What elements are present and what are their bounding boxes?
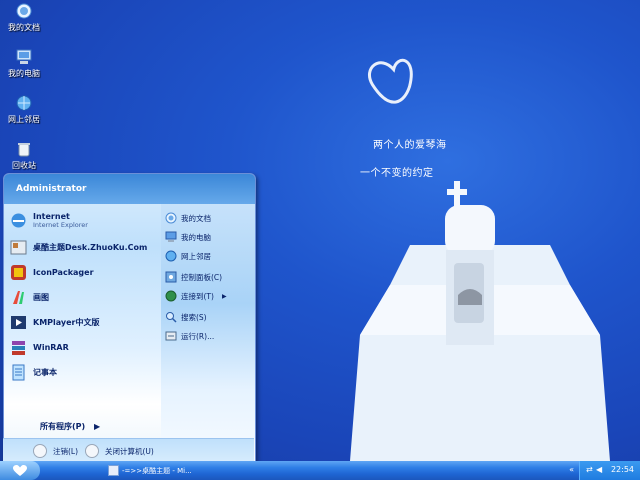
all-programs-label: 所有程序(P) [40,422,86,431]
network-tray-icon[interactable]: ⇄ [586,465,593,474]
program-label: Internet [33,211,70,221]
logoff-label: 注销(L) [53,446,79,456]
shutdown-button[interactable]: 关闭计算机(U) [85,444,154,458]
control-panel-icon [165,271,177,283]
search-icon [166,312,177,323]
places-item-run[interactable]: 运行(R)... [165,329,214,343]
program-label: WinRAR [33,342,69,352]
recycle-bin-icon [18,143,30,157]
program-item-winrar[interactable]: WinRAR [10,337,69,357]
connect-to-icon [165,290,177,302]
program-label: IconPackager [33,267,94,277]
places-item-my-computer[interactable]: 我的电脑 [165,230,211,244]
shutdown-label: 关闭计算机(U) [105,446,154,456]
taskbar-window-button[interactable]: -=>>桌酷主题 - Mi... [108,463,192,478]
program-item-notepad[interactable]: 记事本 [10,362,57,382]
desktop-icon-recycle-bin[interactable]: 回收站 [2,140,46,171]
volume-tray-icon[interactable]: ◀ [596,465,602,474]
program-label: 记事本 [33,367,57,377]
taskbar-window-label: -=>>桌酷主题 - Mi... [122,466,192,475]
taskbar: -=>>桌酷主题 - Mi... ⇄ ◀ 22:54 « [0,461,640,480]
desktop-icon-label: 回收站 [12,161,36,170]
desktop-icon-network-places[interactable]: 网上邻居 [2,94,46,125]
places-item-connect-to[interactable]: 连接到(T) ▶ [165,289,227,303]
arrow-right-icon: ▶ [221,292,227,300]
desktop-icon-label: 我的电脑 [8,69,40,78]
zhuoku-theme-icon [10,240,27,254]
system-tray: ⇄ ◀ 22:54 [579,461,640,480]
network-places-icon [165,250,177,262]
kmplayer-icon [11,315,26,329]
run-icon [165,331,177,341]
places-item-my-documents[interactable]: 我的文档 [165,211,211,225]
winrar-icon [12,340,25,355]
places-label: 搜索(S) [181,312,207,322]
cloud-heart-image [368,59,413,104]
program-item-kmplayer[interactable]: KMPlayer中文版 [10,312,100,332]
wallpaper-text-line1: 两个人的爱琴海 [373,140,447,151]
my-documents-icon [165,212,177,224]
places-label: 我的文档 [181,213,211,223]
places-label: 运行(R)... [181,331,215,341]
expand-tray-icon[interactable]: « [569,465,574,474]
places-item-search[interactable]: 搜索(S) [165,310,207,324]
program-item-internet-explorer[interactable]: Internet Internet Explorer [10,210,88,230]
internet-explorer-icon [11,213,26,227]
program-item-paint[interactable]: 画图 [10,287,49,307]
my-computer-icon [165,231,177,242]
desktop-icon-my-documents[interactable]: 我的文档 [2,2,46,33]
program-item-zhuoku-theme[interactable]: 桌酷主题Desk.ZhuoKu.Com [10,237,147,257]
desktop-icon-my-computer[interactable]: 我的电脑 [2,48,46,79]
paint-icon [13,290,24,304]
places-label: 网上邻居 [181,251,211,261]
logoff-icon [33,444,47,458]
heart-icon [13,464,27,476]
program-label: KMPlayer中文版 [33,317,100,327]
network-places-icon [16,95,32,111]
window-icon [108,465,119,476]
places-label: 控制面板(C) [181,272,223,282]
my-documents-icon [16,3,32,19]
church-bell-tower-image [350,181,610,461]
start-menu-username: Administrator [4,174,161,204]
program-label: 画图 [33,292,49,302]
places-label: 连接到(T) [181,291,214,301]
my-computer-icon [16,49,32,64]
program-item-iconpackager[interactable]: IconPackager [10,262,94,282]
all-programs-button[interactable]: 所有程序(P) ▶ [40,421,100,432]
arrow-right-icon: ▶ [93,422,101,431]
start-button[interactable] [0,461,40,480]
program-label: 桌酷主题Desk.ZhuoKu.Com [33,242,148,252]
logoff-button[interactable]: 注销(L) [33,444,78,458]
notepad-icon [12,364,25,380]
desktop-icon-label: 我的文档 [8,23,40,32]
places-item-network-places[interactable]: 网上邻居 [165,249,211,263]
shutdown-icon [85,444,99,458]
program-sublabel: Internet Explorer [33,220,88,229]
iconpackager-icon [11,264,26,280]
places-item-control-panel[interactable]: 控制面板(C) [165,270,222,284]
clock[interactable]: 22:54 [611,465,634,474]
desktop-icon-label: 网上邻居 [8,115,40,124]
places-label: 我的电脑 [181,232,211,242]
start-menu-footer: 注销(L) 关闭计算机(U) [3,438,254,462]
start-menu-header-right [161,174,255,204]
